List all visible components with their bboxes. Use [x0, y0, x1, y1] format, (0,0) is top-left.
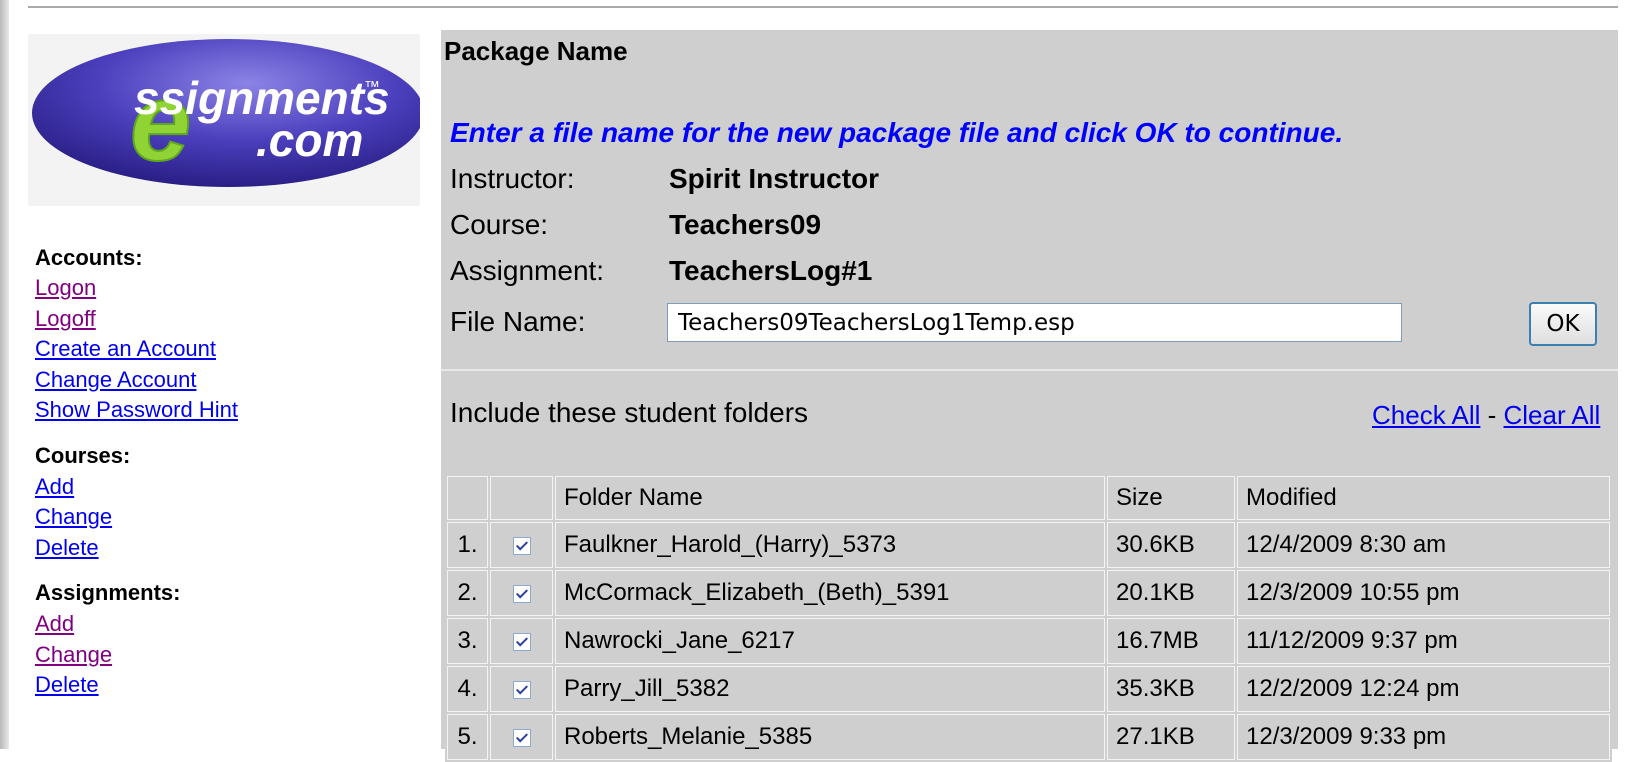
window-left-edge — [0, 0, 9, 749]
course-label: Course: — [450, 209, 549, 240]
folder-modified: 11/12/2009 9:37 pm — [1237, 618, 1610, 664]
instructor-label: Instructor: — [450, 163, 575, 194]
row-number: 4. — [447, 666, 488, 712]
course-change-link[interactable]: Change — [35, 504, 112, 530]
assignment-change-link[interactable]: Change — [35, 642, 112, 668]
folder-checkbox[interactable] — [512, 632, 531, 651]
row-checkbox-cell — [490, 618, 553, 664]
courses-heading: Courses: — [35, 443, 131, 468]
course-delete-link[interactable]: Delete — [35, 535, 99, 561]
folder-checkbox[interactable] — [512, 584, 531, 603]
include-folders-label: Include these student folders — [450, 397, 809, 428]
assignment-label: Assignment: — [450, 255, 605, 286]
folder-checkbox[interactable] — [512, 536, 531, 555]
row-number: 5. — [447, 714, 488, 760]
row-number: 3. — [447, 618, 488, 664]
row-checkbox-cell — [490, 522, 553, 568]
assignment-add-link[interactable]: Add — [35, 611, 74, 637]
table-row: 4. Parry_Jill_5382 35.3KB 12/2/2009 12:2… — [447, 666, 1610, 712]
header-size: Size — [1107, 476, 1235, 520]
header-check — [490, 476, 553, 520]
show-password-hint-link[interactable]: Show Password Hint — [35, 397, 238, 423]
folder-size: 16.7MB — [1107, 618, 1235, 664]
essignments-logo: e ssignments ™ .com — [28, 34, 420, 206]
folder-size: 30.6KB — [1107, 522, 1235, 568]
filename-label: File Name: — [450, 306, 586, 337]
row-checkbox-cell — [490, 714, 553, 760]
ok-button[interactable]: OK — [1529, 302, 1597, 346]
table-row: 2. McCormack_Elizabeth_(Beth)_5391 20.1K… — [447, 570, 1610, 616]
assignment-value: TeachersLog#1 — [669, 255, 873, 286]
table-row: 5. Roberts_Melanie_5385 27.1KB 12/3/2009… — [447, 714, 1610, 760]
folder-size: 20.1KB — [1107, 570, 1235, 616]
logon-link[interactable]: Logon — [35, 275, 96, 301]
folder-name: Parry_Jill_5382 — [555, 666, 1105, 712]
folder-size: 35.3KB — [1107, 666, 1235, 712]
table-row: 1. Faulkner_Harold_(Harry)_5373 30.6KB 1… — [447, 522, 1610, 568]
course-add-link[interactable]: Add — [35, 474, 74, 500]
page-title: Package Name — [444, 36, 628, 66]
folder-modified: 12/2/2009 12:24 pm — [1237, 666, 1610, 712]
filename-input[interactable] — [667, 303, 1402, 342]
logo-domain: .com — [256, 114, 363, 166]
header-folder-name: Folder Name — [555, 476, 1105, 520]
folder-size: 27.1KB — [1107, 714, 1235, 760]
folder-name: Faulkner_Harold_(Harry)_5373 — [555, 522, 1105, 568]
clear-all-link[interactable]: Clear All — [1504, 400, 1601, 430]
row-checkbox-cell — [490, 570, 553, 616]
logo-trademark: ™ — [364, 79, 380, 96]
row-checkbox-cell — [490, 666, 553, 712]
section-divider — [441, 369, 1618, 371]
change-account-link[interactable]: Change Account — [35, 367, 196, 393]
assignments-heading: Assignments: — [35, 580, 181, 605]
link-separator: - — [1480, 400, 1504, 430]
logoff-link[interactable]: Logoff — [35, 306, 96, 332]
header-modified: Modified — [1237, 476, 1610, 520]
check-links: Check All - Clear All — [1372, 400, 1600, 431]
top-divider — [28, 6, 1618, 8]
folder-name: McCormack_Elizabeth_(Beth)_5391 — [555, 570, 1105, 616]
instructions-text: Enter a file name for the new package fi… — [450, 117, 1344, 148]
folder-name: Nawrocki_Jane_6217 — [555, 618, 1105, 664]
folder-checkbox[interactable] — [512, 728, 531, 747]
course-value: Teachers09 — [669, 209, 822, 240]
folder-name: Roberts_Melanie_5385 — [555, 714, 1105, 760]
header-number — [447, 476, 488, 520]
folder-modified: 12/3/2009 10:55 pm — [1237, 570, 1610, 616]
folder-modified: 12/4/2009 8:30 am — [1237, 522, 1610, 568]
create-account-link[interactable]: Create an Account — [35, 336, 216, 362]
accounts-heading: Accounts: — [35, 245, 143, 270]
instructor-value: Spirit Instructor — [669, 163, 880, 194]
row-number: 1. — [447, 522, 488, 568]
assignment-delete-link[interactable]: Delete — [35, 672, 99, 698]
table-header-row: Folder Name Size Modified — [447, 476, 1610, 520]
student-folders-table: Folder Name Size Modified 1. Faulkner_Ha… — [445, 474, 1612, 762]
folder-checkbox[interactable] — [512, 680, 531, 699]
folder-modified: 12/3/2009 9:33 pm — [1237, 714, 1610, 760]
table-row: 3. Nawrocki_Jane_6217 16.7MB 11/12/2009 … — [447, 618, 1610, 664]
row-number: 2. — [447, 570, 488, 616]
check-all-link[interactable]: Check All — [1372, 400, 1480, 430]
